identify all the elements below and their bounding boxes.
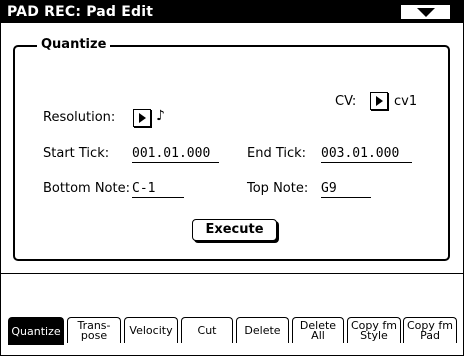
page-title: PAD REC: Pad Edit bbox=[7, 4, 154, 20]
end-tick-field[interactable]: 003.01.000 bbox=[321, 146, 412, 163]
page-menu-button[interactable] bbox=[400, 4, 451, 20]
start-tick-label: Start Tick: bbox=[43, 146, 110, 161]
tab-velocity[interactable]: Velocity bbox=[124, 317, 178, 343]
cv-label: CV: bbox=[335, 94, 357, 109]
triangle-down-icon bbox=[417, 8, 435, 17]
start-tick-field[interactable]: 001.01.000 bbox=[132, 146, 219, 163]
cv-arrow-button[interactable] bbox=[370, 92, 388, 110]
cv-value[interactable]: cv1 bbox=[394, 94, 417, 109]
pad-edit-screen: PAD REC: Pad Edit Quantize CV: cv1 Resol… bbox=[0, 0, 464, 356]
tab-transpose[interactable]: Trans- pose bbox=[67, 317, 121, 343]
tab-cut[interactable]: Cut bbox=[181, 317, 233, 343]
end-tick-label: End Tick: bbox=[247, 146, 307, 161]
tab-quantize[interactable]: Quantize bbox=[8, 317, 64, 345]
quantize-panel-title: Quantize bbox=[37, 37, 111, 52]
bottom-note-field[interactable]: C-1 bbox=[132, 181, 184, 198]
tab-delete-all[interactable]: Delete All bbox=[292, 317, 344, 343]
tab-label: Delete All bbox=[299, 318, 337, 342]
tab-label: Cut bbox=[197, 323, 217, 337]
tab-label: Copy fm Pad bbox=[407, 318, 453, 342]
tab-label: Trans- pose bbox=[77, 318, 111, 342]
divider bbox=[1, 273, 463, 274]
resolution-arrow-button[interactable] bbox=[133, 109, 151, 127]
arrow-right-icon bbox=[376, 96, 383, 106]
tab-copy-fm-pad[interactable]: Copy fm Pad bbox=[403, 317, 457, 343]
tab-label: Quantize bbox=[11, 324, 61, 338]
execute-button[interactable]: Execute bbox=[192, 219, 277, 241]
tab-label: Delete bbox=[244, 323, 281, 337]
tab-bar: Quantize Trans- pose Velocity Cut Delete… bbox=[3, 317, 463, 355]
top-note-label: Top Note: bbox=[247, 181, 309, 196]
resolution-label: Resolution: bbox=[43, 110, 116, 125]
title-bar: PAD REC: Pad Edit bbox=[1, 1, 463, 23]
tab-label: Copy fm Style bbox=[351, 318, 397, 342]
tab-copy-fm-style[interactable]: Copy fm Style bbox=[347, 317, 401, 343]
tab-label: Velocity bbox=[129, 323, 173, 337]
top-note-field[interactable]: G9 bbox=[321, 181, 371, 198]
tab-delete[interactable]: Delete bbox=[236, 317, 289, 343]
bottom-note-label: Bottom Note: bbox=[43, 181, 130, 196]
arrow-right-icon bbox=[139, 113, 146, 123]
sixteenth-note-icon[interactable]: ♪ bbox=[156, 108, 165, 124]
